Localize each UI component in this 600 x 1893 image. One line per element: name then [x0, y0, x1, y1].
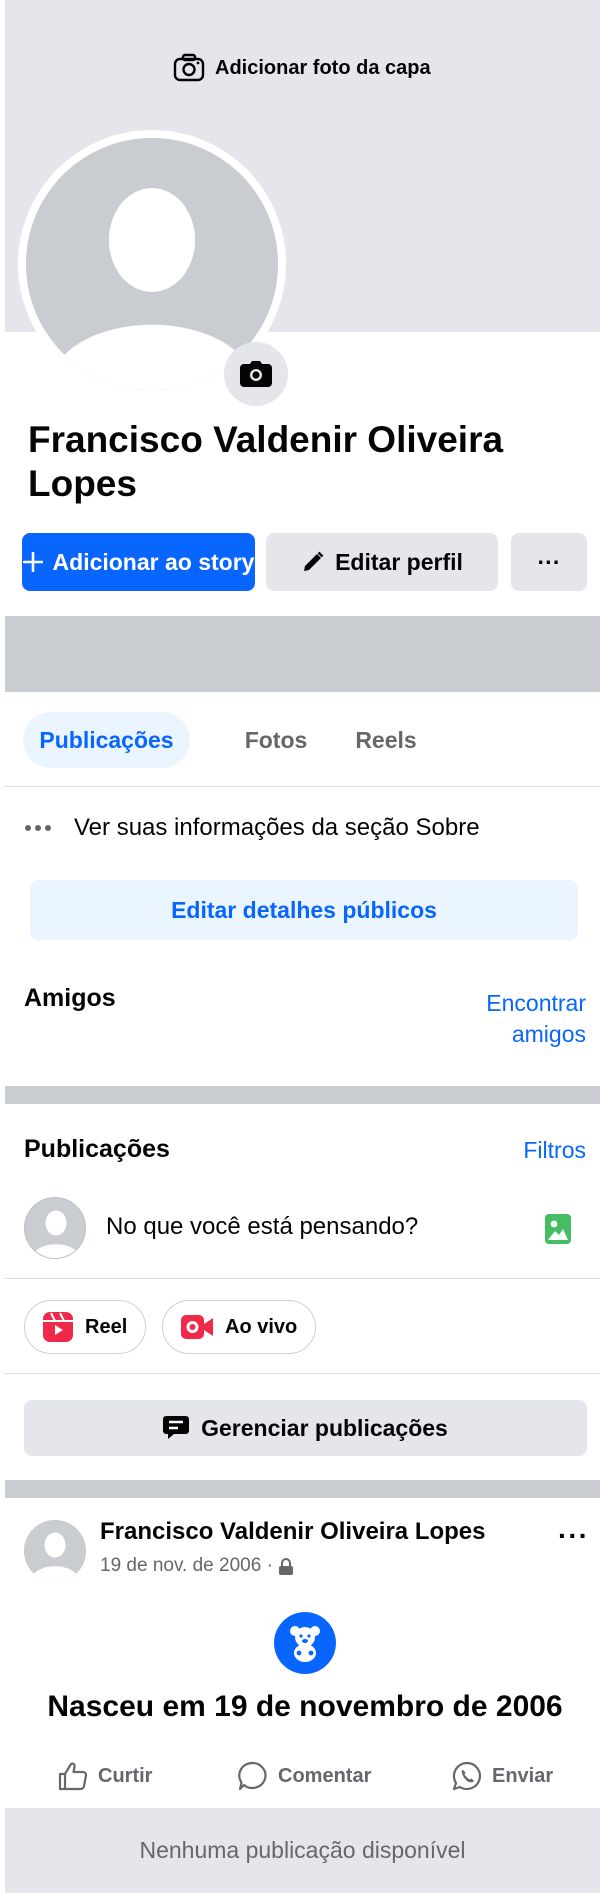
- speech-bubble-icon: [163, 1416, 190, 1440]
- add-to-story-button[interactable]: Adicionar ao story: [22, 533, 255, 591]
- whatsapp-icon: [452, 1761, 482, 1791]
- post-author-name[interactable]: Francisco Valdenir Oliveira Lopes: [100, 1518, 486, 1546]
- comment-button[interactable]: Comentar: [238, 1756, 371, 1796]
- composer-input[interactable]: No que você está pensando?: [106, 1213, 418, 1241]
- add-cover-photo-button[interactable]: Adicionar foto da capa: [173, 48, 431, 88]
- more-options-button[interactable]: ···: [511, 533, 587, 591]
- section-divider: [5, 1086, 600, 1104]
- tab-reels[interactable]: Reels: [322, 712, 450, 768]
- reel-label: Reel: [85, 1315, 128, 1338]
- plus-icon: [22, 552, 43, 572]
- thumbs-up-icon: [58, 1761, 88, 1791]
- edit-profile-button[interactable]: Editar perfil: [266, 533, 498, 591]
- send-label: Enviar: [492, 1764, 554, 1787]
- manage-posts-label: Gerenciar publicações: [201, 1414, 448, 1441]
- tabs-divider: [5, 786, 600, 787]
- friends-title: Amigos: [24, 984, 116, 1012]
- default-avatar-silhouette: [24, 1520, 86, 1582]
- manage-posts-button[interactable]: Gerenciar publicações: [24, 1400, 587, 1456]
- post-author-avatar[interactable]: [24, 1520, 86, 1582]
- about-info-row[interactable]: Ver suas informações da seção Sobre: [24, 808, 480, 848]
- tab-fotos[interactable]: Fotos: [212, 712, 340, 768]
- section-divider: [5, 616, 600, 692]
- camera-icon: [173, 53, 205, 83]
- like-label: Curtir: [98, 1764, 153, 1787]
- photo-icon[interactable]: [545, 1214, 571, 1244]
- life-event-title: Nasceu em 19 de novembro de 2006: [47, 1690, 563, 1723]
- post-date: 19 de nov. de 2006 ·: [100, 1555, 273, 1576]
- teddy-bear-icon: [274, 1612, 336, 1674]
- send-button[interactable]: Enviar: [452, 1756, 553, 1796]
- live-video-icon: [181, 1315, 213, 1339]
- find-friends-line2: amigos: [511, 1021, 586, 1047]
- composer-avatar[interactable]: [24, 1197, 86, 1259]
- section-divider: [5, 1480, 600, 1498]
- add-cover-photo-label: Adicionar foto da capa: [215, 56, 431, 79]
- comment-label: Comentar: [278, 1764, 372, 1787]
- post-meta: 19 de nov. de 2006 ·: [100, 1555, 293, 1577]
- find-friends-link[interactable]: Encontrar amigos: [486, 988, 586, 1050]
- edit-profile-label: Editar perfil: [335, 548, 463, 575]
- live-label: Ao vivo: [225, 1315, 298, 1338]
- filters-link[interactable]: Filtros: [523, 1137, 586, 1164]
- like-button[interactable]: Curtir: [58, 1756, 152, 1796]
- pencil-icon: [301, 550, 325, 574]
- tab-publicacoes[interactable]: Publicações: [23, 712, 190, 768]
- lock-icon: [278, 1557, 293, 1575]
- live-button[interactable]: Ao vivo: [162, 1300, 317, 1354]
- camera-icon: [240, 361, 272, 387]
- add-to-story-label: Adicionar ao story: [52, 548, 255, 575]
- comment-icon: [238, 1761, 268, 1791]
- edit-public-details-button[interactable]: Editar detalhes públicos: [30, 880, 578, 940]
- reel-icon: [43, 1312, 73, 1342]
- about-info-label: Ver suas informações da seção Sobre: [74, 814, 480, 841]
- post-more-button[interactable]: ···: [558, 1520, 589, 1552]
- empty-state: Nenhuma publicação disponível: [5, 1808, 600, 1893]
- composer-divider: [5, 1278, 600, 1279]
- more-dots-icon: [24, 824, 52, 832]
- posts-section-title: Publicações: [24, 1135, 170, 1163]
- find-friends-line1: Encontrar: [486, 990, 586, 1016]
- reel-button[interactable]: Reel: [24, 1300, 147, 1354]
- pills-divider: [5, 1373, 600, 1374]
- change-profile-photo-button[interactable]: [224, 342, 288, 406]
- default-avatar-silhouette: [25, 1198, 85, 1258]
- profile-name: Francisco Valdenir Oliveira Lopes: [28, 419, 504, 504]
- more-dots-icon: ···: [537, 548, 561, 575]
